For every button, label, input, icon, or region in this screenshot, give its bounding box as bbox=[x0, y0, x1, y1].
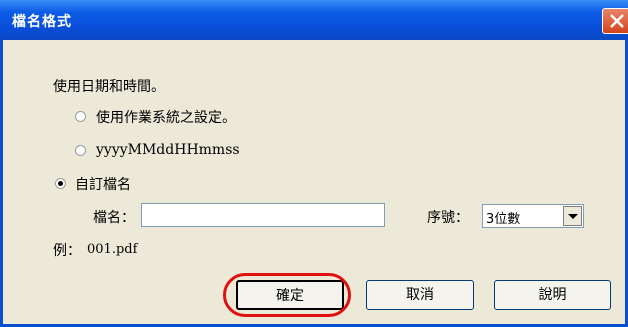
title-bar[interactable]: 檔名格式 bbox=[0, 0, 628, 40]
sequence-select[interactable]: 3位數 bbox=[482, 204, 584, 228]
close-button[interactable] bbox=[602, 8, 628, 34]
radio-system-setting[interactable] bbox=[75, 111, 86, 122]
radio-system-setting-label[interactable]: 使用作業系統之設定。 bbox=[96, 107, 236, 127]
sequence-label: 序號： bbox=[427, 210, 469, 226]
filename-input[interactable] bbox=[141, 203, 385, 227]
radio-custom-filename-label[interactable]: 自訂檔名 bbox=[75, 174, 131, 194]
cancel-button[interactable]: 取消 bbox=[366, 280, 474, 310]
radio-date-format[interactable] bbox=[75, 145, 86, 156]
close-icon bbox=[610, 14, 624, 28]
example-value: 001.pdf bbox=[87, 242, 138, 257]
help-button[interactable]: 說明 bbox=[494, 280, 611, 310]
example-label: 例： bbox=[53, 243, 81, 259]
dialog-title: 檔名格式 bbox=[12, 14, 72, 30]
ok-button-highlight bbox=[223, 273, 351, 317]
chevron-down-icon[interactable] bbox=[563, 206, 582, 226]
filename-label: 檔名： bbox=[93, 210, 135, 226]
radio-custom-filename[interactable] bbox=[55, 178, 66, 189]
radio-date-format-label[interactable]: yyyyMMddHHmmss bbox=[96, 142, 240, 158]
sequence-select-value: 3位數 bbox=[486, 212, 521, 227]
use-date-time-label: 使用日期和時間。 bbox=[53, 79, 165, 95]
